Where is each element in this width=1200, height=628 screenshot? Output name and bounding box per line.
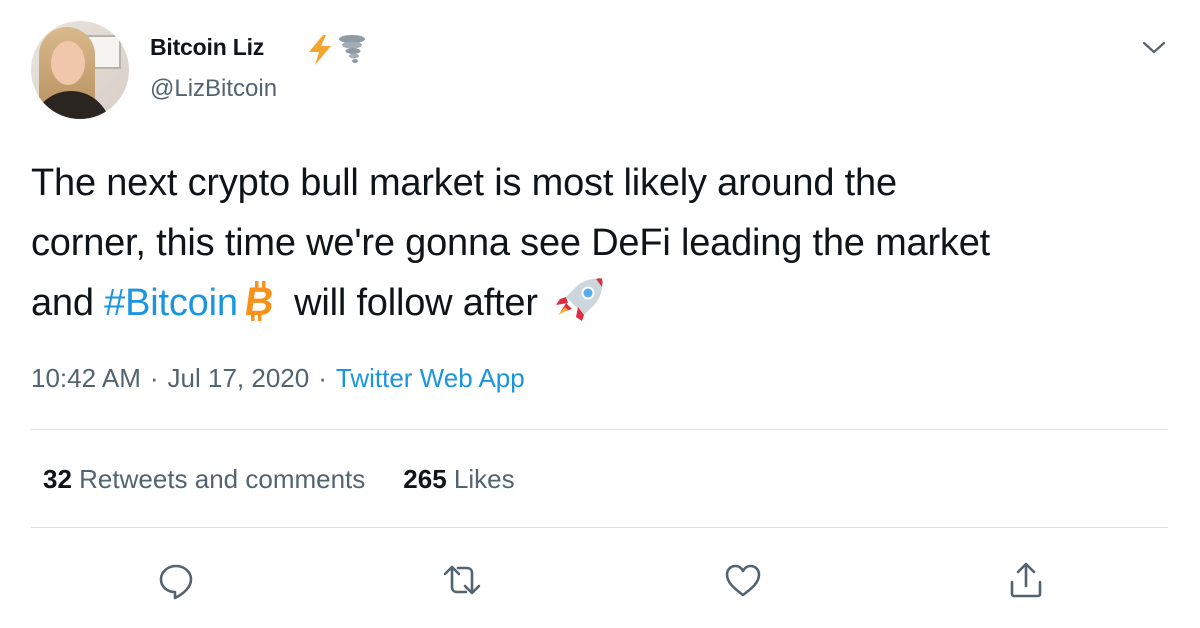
tweet-stats: 32 Retweets and comments 265 Likes	[43, 464, 515, 495]
bitcoin-icon: B	[242, 281, 277, 321]
lightning-icon	[309, 35, 331, 65]
hashtag-link[interactable]: #Bitcoin	[104, 282, 238, 324]
tweet-card: Bitcoin Liz @LizBitcoin The next crypto …	[0, 0, 1200, 628]
meta-separator: ·	[318, 363, 327, 393]
retweet-icon[interactable]	[442, 560, 482, 600]
tweet-text: The next crypto bull market is most like…	[31, 153, 1171, 333]
share-icon[interactable]	[1006, 560, 1046, 600]
tweet-text-segment: will follow after	[283, 282, 538, 324]
tweet-time[interactable]: 10:42 AM	[31, 363, 141, 393]
retweets-count: 32	[43, 464, 72, 494]
divider	[31, 429, 1168, 430]
tweet-text-line: corner, this time we're gonna see DeFi l…	[31, 222, 991, 264]
tweet-source-link[interactable]: Twitter Web App	[336, 363, 525, 393]
likes-label: Likes	[453, 464, 515, 494]
retweets-label: Retweets and comments	[79, 464, 366, 494]
tornado-icon	[339, 35, 365, 63]
divider	[31, 527, 1168, 528]
tweet-text-segment: and	[31, 282, 105, 324]
avatar[interactable]	[31, 21, 129, 119]
like-icon[interactable]	[723, 560, 763, 600]
rocket-icon	[555, 278, 603, 321]
retweets-stat[interactable]: 32 Retweets and comments	[43, 464, 365, 494]
display-name[interactable]: Bitcoin Liz	[150, 34, 264, 61]
meta-separator: ·	[149, 363, 159, 393]
tweet-text-line: and #Bitcoin B will follow after	[31, 273, 1171, 333]
tweet-text-line: The next crypto bull market is most like…	[31, 162, 897, 204]
tweet-meta: 10:42 AM · Jul 17, 2020 · Twitter Web App	[31, 363, 525, 394]
chevron-down-icon[interactable]	[1140, 37, 1168, 57]
tweet-date[interactable]: Jul 17, 2020	[168, 363, 310, 393]
likes-count: 265	[403, 464, 447, 494]
avatar-face	[51, 41, 85, 85]
reply-icon[interactable]	[156, 560, 196, 600]
likes-stat[interactable]: 265 Likes	[403, 464, 514, 494]
user-handle[interactable]: @LizBitcoin	[150, 75, 277, 103]
